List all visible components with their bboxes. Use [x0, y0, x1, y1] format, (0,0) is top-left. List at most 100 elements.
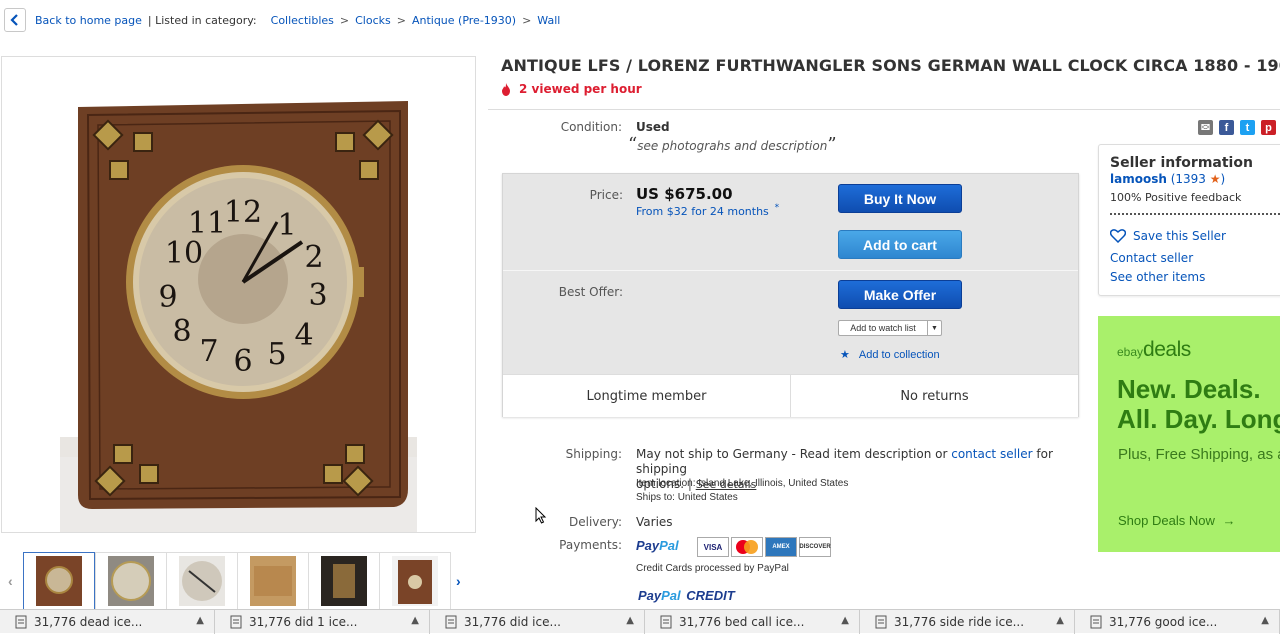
- paypal-logo: PayPal: [636, 538, 679, 553]
- seller-username-link[interactable]: lamoosh: [1110, 172, 1167, 186]
- back-to-home-link[interactable]: Back to home page: [35, 14, 142, 27]
- divider: [503, 270, 1078, 271]
- ad-subtext: Plus, Free Shipping, as always: [1118, 446, 1280, 463]
- paypal-credit-text: Pay: [638, 588, 662, 603]
- ebay-deals-logo: ebaydeals: [1117, 338, 1191, 362]
- thumbnail-5[interactable]: [308, 552, 380, 610]
- download-name: 31,776 bed call ice...: [679, 615, 805, 629]
- file-icon: [1090, 615, 1102, 629]
- condition-value: Used: [636, 120, 670, 134]
- seller-username: lamoosh (1393 ★): [1110, 172, 1226, 186]
- add-to-collection-label: Add to collection: [858, 348, 940, 361]
- price-label: Price:: [589, 188, 623, 202]
- seller-info-panel: Seller information lamoosh (1393 ★) 100%…: [1098, 144, 1280, 296]
- open-quote: “: [628, 134, 638, 155]
- file-icon: [230, 615, 242, 629]
- download-name: 31,776 good ice...: [1109, 615, 1218, 629]
- thumbnail-image: [250, 556, 296, 606]
- chevron-up-icon[interactable]: ▲: [411, 615, 419, 626]
- crumb-wall[interactable]: Wall: [537, 14, 560, 27]
- svg-text:12: 12: [224, 195, 262, 230]
- thumb-prev-icon[interactable]: ‹: [8, 573, 13, 589]
- buy-box: Price: US $675.00 From $32 for 24 months…: [502, 173, 1079, 417]
- mouse-cursor-icon: [535, 507, 547, 524]
- see-other-items-link[interactable]: See other items: [1110, 270, 1205, 284]
- ebay-deals-ad[interactable]: ebaydeals New. Deals. All. Day. Long. Pl…: [1098, 316, 1280, 552]
- file-icon: [445, 615, 457, 629]
- contact-seller-link[interactable]: Contact seller: [1110, 251, 1193, 265]
- chevron-left-icon: [10, 14, 18, 26]
- mastercard-icon: [731, 537, 763, 557]
- chevron-up-icon[interactable]: ▲: [1261, 615, 1269, 626]
- buy-it-now-button[interactable]: Buy It Now: [838, 184, 962, 213]
- download-item[interactable]: 31,776 did 1 ice... ▲: [215, 610, 430, 634]
- svg-text:4: 4: [294, 318, 313, 353]
- download-item[interactable]: 31,776 good ice... ▲: [1075, 610, 1280, 634]
- crumb-separator: >: [339, 13, 350, 27]
- finance-link[interactable]: From $32 for 24 months: [636, 205, 769, 218]
- visa-icon: VISA: [697, 537, 729, 557]
- card-logos: VISA AMEX DISCOVER: [697, 537, 837, 557]
- twitter-icon[interactable]: t: [1240, 120, 1255, 135]
- chevron-up-icon[interactable]: ▲: [1056, 615, 1064, 626]
- svg-text:5: 5: [267, 337, 286, 372]
- ad-headline: New. Deals. All. Day. Long.: [1117, 374, 1280, 434]
- clock-photo: 12 1 2 3 4 5 6 7 8 9 10 11: [2, 57, 475, 532]
- contact-seller-link[interactable]: contact seller: [951, 447, 1032, 461]
- svg-text:6: 6: [233, 344, 252, 379]
- save-seller-link[interactable]: Save this Seller: [1110, 229, 1226, 243]
- chevron-up-icon[interactable]: ▲: [196, 615, 204, 626]
- download-item[interactable]: 31,776 bed call ice... ▲: [645, 610, 860, 634]
- thumbnail-image: [392, 556, 438, 606]
- chevron-down-icon[interactable]: ▼: [927, 321, 941, 335]
- download-name: 31,776 did 1 ice...: [249, 615, 358, 629]
- email-share-icon[interactable]: ✉: [1198, 120, 1213, 135]
- crumb-clocks[interactable]: Clocks: [355, 14, 391, 27]
- finance-mark: *: [774, 203, 780, 213]
- thumbnail-2[interactable]: [95, 552, 167, 610]
- flame-icon: [502, 82, 510, 96]
- svg-text:7: 7: [199, 334, 218, 369]
- chevron-up-icon[interactable]: ▲: [841, 615, 849, 626]
- add-to-collection-link[interactable]: ★ Add to collection: [840, 348, 940, 362]
- shop-deals-link[interactable]: Shop Deals Now →: [1118, 513, 1235, 528]
- share-icons: ✉ f t p: [1198, 120, 1276, 135]
- payments-label: Payments:: [559, 538, 622, 552]
- download-item[interactable]: 31,776 did ice... ▲: [430, 610, 645, 634]
- ad-brand-small: ebay: [1117, 345, 1144, 359]
- file-icon: [15, 615, 27, 629]
- divider: [1110, 213, 1280, 215]
- viewed-per-hour: 2 viewed per hour: [501, 82, 642, 96]
- download-item[interactable]: 31,776 dead ice... ▲: [0, 610, 215, 634]
- feedback-score-link[interactable]: 1393: [1175, 172, 1206, 186]
- download-item[interactable]: 31,776 side ride ice... ▲: [860, 610, 1075, 634]
- ships-to: Ships to: United States: [636, 492, 738, 503]
- price-value: US $675.00: [636, 185, 733, 203]
- thumbnail-6[interactable]: [379, 552, 451, 610]
- add-to-watch-list-button[interactable]: Add to watch list ▼: [838, 320, 942, 336]
- back-button[interactable]: [4, 8, 26, 32]
- add-to-cart-button[interactable]: Add to cart: [838, 230, 962, 259]
- crumb-antique[interactable]: Antique (Pre-1930): [412, 14, 516, 27]
- star-icon: ★: [1209, 172, 1221, 186]
- make-offer-button[interactable]: Make Offer: [838, 280, 962, 309]
- pinterest-icon[interactable]: p: [1261, 120, 1276, 135]
- facebook-icon[interactable]: f: [1219, 120, 1234, 135]
- file-icon: [660, 615, 672, 629]
- thumbnail-3[interactable]: [166, 552, 238, 610]
- thumbnail-4[interactable]: [237, 552, 309, 610]
- condition-label: Condition:: [560, 120, 622, 134]
- thumbnail-image: [36, 556, 82, 606]
- crumb-collectibles[interactable]: Collectibles: [271, 14, 334, 27]
- shop-deals-label: Shop Deals Now: [1118, 513, 1215, 528]
- main-product-image[interactable]: 12 1 2 3 4 5 6 7 8 9 10 11: [1, 56, 476, 533]
- chevron-up-icon[interactable]: ▲: [626, 615, 634, 626]
- thumbnail-1[interactable]: [23, 552, 95, 610]
- thumb-next-icon[interactable]: ›: [456, 573, 461, 589]
- svg-text:1: 1: [277, 208, 296, 243]
- discover-icon: DISCOVER: [799, 537, 831, 557]
- save-seller-label: Save this Seller: [1133, 229, 1226, 243]
- paypal-credit-logo: PayPal CREDIT: [638, 588, 735, 603]
- breadcrumb: Back to home page | Listed in category: …: [4, 8, 560, 32]
- download-name: 31,776 dead ice...: [34, 615, 143, 629]
